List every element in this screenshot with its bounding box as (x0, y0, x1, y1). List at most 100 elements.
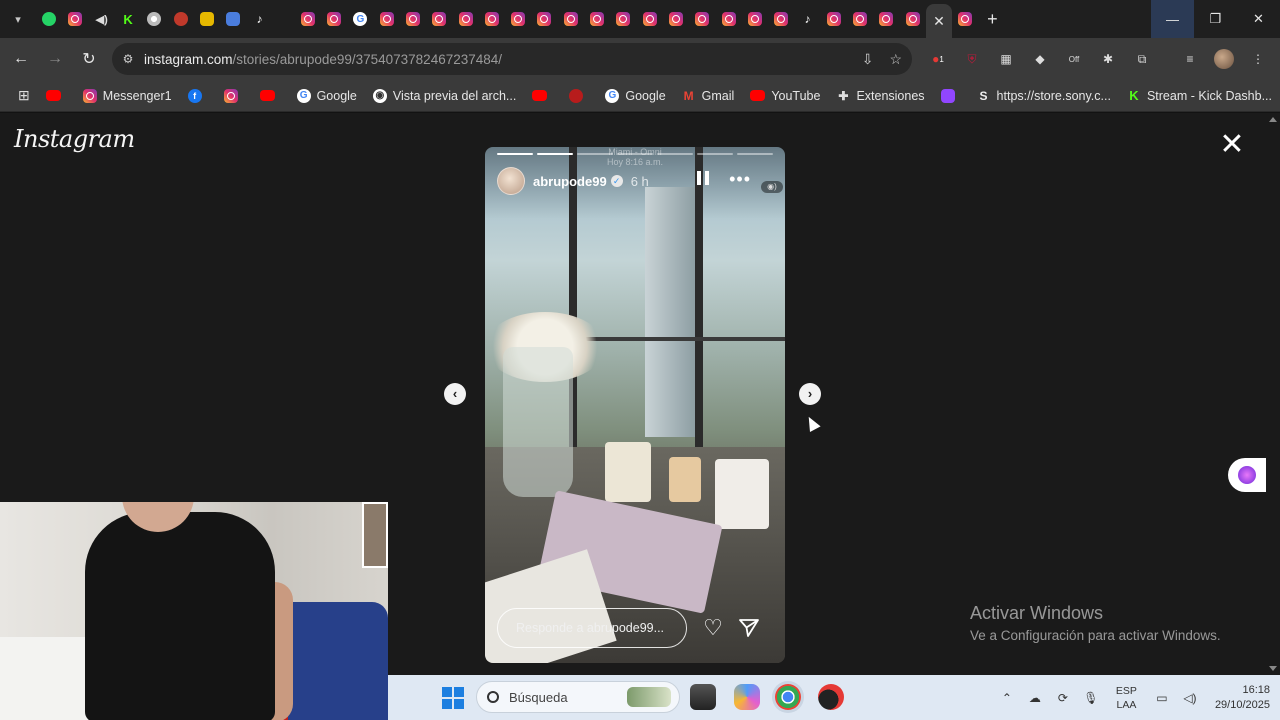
bookmark-item[interactable]: YouTube (742, 82, 828, 110)
url-text[interactable]: instagram.com/stories/abrupode99/3754073… (144, 52, 502, 67)
bookmark-item[interactable] (561, 82, 597, 110)
minimize-button[interactable]: — (1151, 0, 1194, 38)
scroll-down-icon[interactable] (1269, 666, 1277, 671)
tab-yellow[interactable] (194, 0, 220, 38)
keyboard-language[interactable]: ESP LAA (1116, 684, 1137, 712)
chrome-taskbar-icon[interactable] (775, 684, 801, 710)
tab-instagram[interactable] (821, 0, 847, 38)
tab-instagram[interactable] (531, 0, 557, 38)
extension-shape-icon[interactable]: ◆ (1030, 49, 1050, 69)
previous-story-button[interactable]: ‹ (444, 383, 466, 405)
tab-instagram[interactable] (637, 0, 663, 38)
sync-icon[interactable]: ⟳ (1054, 691, 1072, 705)
bookmark-item[interactable] (524, 82, 561, 110)
obs-icon[interactable] (818, 684, 844, 710)
tab-instagram[interactable] (479, 0, 505, 38)
bookmark-item[interactable] (252, 82, 289, 110)
story-reply-input[interactable] (497, 608, 687, 648)
next-story-button[interactable]: › (799, 383, 821, 405)
tab-instagram[interactable] (900, 0, 926, 38)
tab-instagram[interactable] (768, 0, 794, 38)
tab-instagram[interactable] (400, 0, 426, 38)
onedrive-cloud-icon[interactable]: ☁ (1026, 691, 1044, 705)
extensions-puzzle-icon[interactable]: ⧉ (1132, 49, 1152, 69)
copilot-icon[interactable] (734, 684, 760, 710)
tab-instagram[interactable] (505, 0, 531, 38)
tab-instagram[interactable] (295, 0, 321, 38)
bookmark-item[interactable]: ◉ Vista previa del arch... (365, 82, 524, 110)
tab-tiktok[interactable]: ♪ (794, 0, 820, 38)
story-username[interactable]: abrupode99 (533, 174, 607, 189)
tab-active-story[interactable]: ✕ (925, 4, 953, 38)
file-explorer-icon[interactable] (690, 684, 716, 710)
tab-instagram[interactable] (715, 0, 741, 38)
tab-instagram[interactable] (452, 0, 478, 38)
tab-search-chevron-icon[interactable]: ▾ (0, 0, 36, 38)
media-control-icon[interactable]: ≡ (1180, 49, 1200, 69)
windows-start-icon[interactable] (442, 687, 464, 709)
tab-instagram[interactable] (873, 0, 899, 38)
more-options-icon[interactable]: ••• (729, 169, 751, 190)
close-story-button[interactable]: ✕ (1218, 130, 1246, 160)
restore-button[interactable]: ❐ (1194, 0, 1237, 38)
address-bar[interactable]: ⚙ instagram.com/stories/abrupode99/37540… (112, 43, 912, 75)
tab-translate[interactable] (220, 0, 246, 38)
story-viewer[interactable]: Miami - Omni Hoy 8:16 a.m. abrupode99 ✓ … (485, 147, 785, 663)
volume-icon[interactable]: ◁) (1181, 691, 1199, 705)
close-window-button[interactable]: ✕ (1237, 0, 1280, 38)
tab-instagram[interactable] (426, 0, 452, 38)
scroll-up-icon[interactable] (1269, 117, 1277, 122)
extension-grid-icon[interactable]: ▦ (996, 49, 1016, 69)
show-hidden-icons-chevron-icon[interactable]: ⌃ (998, 691, 1016, 705)
tab-news[interactable] (167, 0, 193, 38)
bookmark-item[interactable] (216, 82, 252, 110)
site-settings-icon[interactable]: ⚙ (112, 52, 144, 66)
tab-instagram[interactable] (689, 0, 715, 38)
tab-google[interactable]: G (347, 0, 373, 38)
reload-button[interactable]: ↻ (72, 42, 106, 76)
new-tab-button[interactable]: + (978, 0, 1006, 38)
forward-button[interactable]: → (38, 42, 72, 76)
story-author-avatar[interactable] (497, 167, 525, 195)
tab-tiktok[interactable]: ♪ (246, 0, 272, 38)
tab-instagram[interactable] (558, 0, 584, 38)
instagram-logo[interactable]: Instagram (14, 125, 135, 153)
tab-instagram[interactable] (847, 0, 873, 38)
ublock-icon[interactable]: ⛨ (962, 49, 982, 69)
menu-kebab-icon[interactable]: ⋮ (1248, 49, 1268, 69)
extension-badge-icon[interactable]: ● 1 (928, 49, 948, 69)
tab-instagram[interactable] (321, 0, 347, 38)
apps-grid-icon[interactable]: ⊞ (10, 82, 38, 110)
bookmark-item[interactable]: G Google (289, 82, 365, 110)
taskbar-search[interactable]: Búsqueda (476, 681, 680, 713)
tab-chrome[interactable] (141, 0, 167, 38)
bookmark-item[interactable]: ✚ Extensiones (828, 82, 932, 110)
tab-audio[interactable]: ◀) (89, 0, 115, 38)
bookmark-star-icon[interactable]: ☆ (889, 51, 902, 68)
profile-avatar[interactable] (1214, 49, 1234, 69)
page-scrollbar[interactable] (1266, 113, 1280, 675)
tab-whatsapp[interactable] (36, 0, 62, 38)
like-heart-icon[interactable]: ♡ (701, 616, 725, 640)
tab-instagram[interactable] (374, 0, 400, 38)
tab-instagram[interactable] (62, 0, 88, 38)
bookmark-item[interactable]: Shttps://store.sony.c... (969, 82, 1119, 110)
tab-instagram[interactable] (610, 0, 636, 38)
tab-kick[interactable]: K (115, 0, 141, 38)
bookmark-item[interactable]: G Google (597, 82, 673, 110)
tab-close-icon[interactable]: ✕ (933, 13, 945, 30)
bookmark-item[interactable]: Messenger1 (75, 82, 180, 110)
extension-gear-icon[interactable]: ✱ (1098, 49, 1118, 69)
tab-instagram[interactable] (952, 0, 978, 38)
back-button[interactable]: ← (4, 42, 38, 76)
bookmark-item[interactable] (933, 82, 969, 110)
bookmark-item[interactable]: K Stream - Kick Dashb... (1119, 82, 1280, 110)
send-share-icon[interactable] (737, 616, 761, 640)
tab-instagram[interactable] (584, 0, 610, 38)
pause-icon[interactable] (697, 171, 711, 187)
sound-toggle-icon[interactable]: ◉) (761, 181, 783, 193)
bookmark-item[interactable]: M Gmail (674, 82, 743, 110)
bookmark-item[interactable]: f (180, 82, 216, 110)
taskbar-clock[interactable]: 16:18 29/10/2025 (1215, 683, 1270, 713)
microphone-icon[interactable]: 🎙 (1082, 691, 1100, 705)
